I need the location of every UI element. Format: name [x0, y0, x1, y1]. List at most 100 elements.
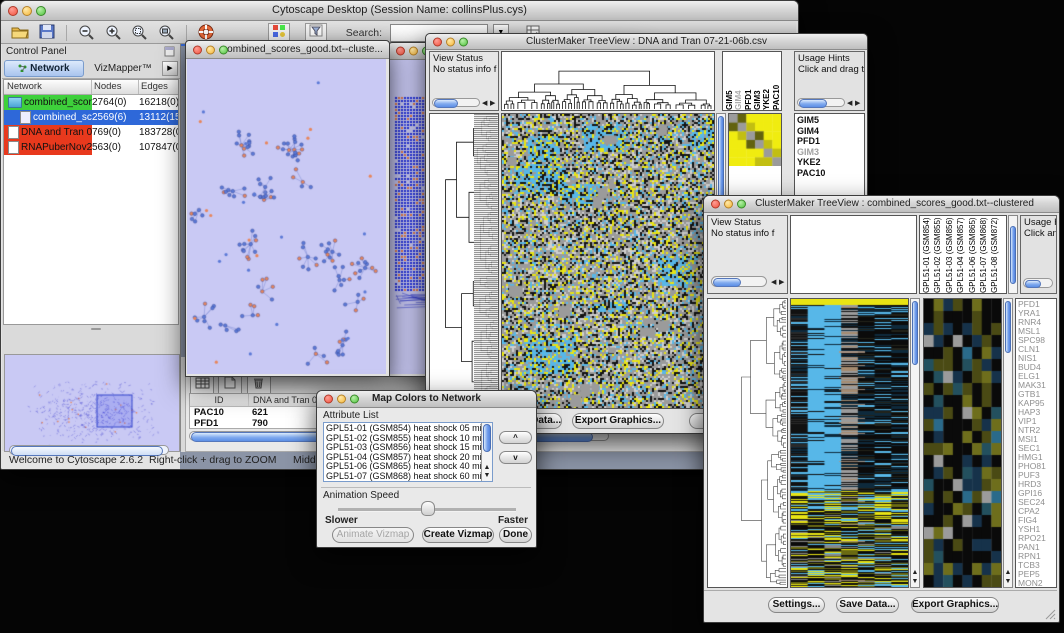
tab-network[interactable]: Network — [4, 60, 84, 77]
network-row[interactable]: DNA and Tran 07 769(0) 183728(0) — [4, 125, 178, 140]
attribute-item[interactable]: GPL51-02 (GSM855) heat shock 10 min — [326, 434, 492, 444]
network-table-header[interactable]: Network Nodes Edges — [4, 80, 178, 95]
minimize-icon[interactable] — [446, 37, 455, 46]
treeview1-titlebar[interactable]: ClusterMaker TreeView : DNA and Tran 07-… — [426, 34, 867, 50]
gene-label: KAP95 — [1018, 399, 1056, 408]
network-row[interactable]: combined_scores 2764(0) 16218(0) — [4, 95, 178, 110]
settings-button[interactable]: Settings... — [768, 597, 825, 613]
tv2-zoom-heatmap[interactable] — [923, 298, 1002, 588]
dialog-title: Map Colors to Network — [372, 393, 481, 404]
zoom-window-icon[interactable] — [350, 395, 359, 404]
tv2-status-scrollbar[interactable] — [711, 276, 767, 287]
resize-grip[interactable] — [1044, 608, 1056, 620]
close-icon[interactable] — [396, 47, 405, 56]
tv2-column-dendrogram[interactable] — [790, 215, 917, 294]
tv2-heatmap-vscrollbar[interactable]: ▲ ▼ — [910, 298, 920, 588]
float-panel-icon[interactable] — [164, 46, 175, 62]
close-icon[interactable] — [324, 395, 333, 404]
close-icon[interactable] — [711, 200, 720, 209]
zoom-in-icon[interactable] — [102, 24, 124, 42]
close-icon[interactable] — [193, 45, 202, 54]
done-button[interactable]: Done — [499, 527, 532, 543]
open-session-icon[interactable] — [9, 24, 31, 42]
zoom-window-icon[interactable] — [36, 6, 46, 16]
zoom-window-icon[interactable] — [219, 45, 228, 54]
network-overview[interactable] — [4, 354, 180, 452]
move-down-button[interactable]: v — [499, 451, 532, 464]
main-titlebar[interactable]: Cytoscape Desktop (Session Name: collins… — [1, 1, 798, 21]
network1-canvas-area[interactable] — [187, 59, 386, 374]
tv2-zoom-vscrollbar[interactable]: ▲ ▼ — [1003, 298, 1013, 588]
table-mode-icon[interactable] — [190, 375, 214, 395]
scroll-right-icon[interactable]: ▶ — [779, 279, 784, 287]
zoom-selected-icon[interactable] — [129, 24, 151, 42]
dialog-titlebar[interactable]: Map Colors to Network — [317, 391, 536, 408]
attribute-item[interactable]: GPL51-03 (GSM856) heat shock 15 min — [326, 443, 492, 453]
network-row[interactable]: RNAPuberNov2+ 563(0) 107847(0) — [4, 140, 178, 155]
delete-attribute-icon[interactable] — [247, 375, 271, 395]
tv1-status-scrollbar[interactable] — [432, 98, 480, 107]
minimize-icon[interactable] — [724, 200, 733, 209]
tv1-view-status: View StatusNo status info f ◀ ▶ — [429, 51, 499, 111]
attribute-item[interactable]: GPL51-07 (GSM868) heat shock 60 min — [326, 472, 492, 482]
tv2-row-dendrogram[interactable] — [707, 298, 788, 588]
treeview2-titlebar[interactable]: ClusterMaker TreeView : combined_scores_… — [704, 196, 1059, 213]
new-attribute-icon[interactable] — [218, 375, 242, 395]
save-data-button[interactable]: Save Data... — [836, 597, 899, 613]
gene-label: FIG4 — [1018, 516, 1056, 525]
network1-titlebar[interactable]: combined_scores_good.txt--cluste... — [186, 41, 389, 59]
scroll-left-icon[interactable]: ◀ — [482, 100, 487, 108]
gene-label: YRA1 — [1018, 309, 1056, 318]
attribute-list-vscrollbar[interactable]: ▲ ▼ — [481, 423, 492, 481]
gene-label: PEP5 — [1018, 570, 1056, 579]
gene-label: NTR2 — [1018, 426, 1056, 435]
gene-label: PAC10 — [797, 168, 864, 179]
tv1-column-dendrogram[interactable] — [501, 51, 715, 111]
splitter-handle[interactable] — [91, 328, 101, 330]
tv1-row-dendrogram[interactable] — [429, 113, 499, 409]
tv2-button-bar: Settings... Save Data... Export Graphics… — [704, 590, 1057, 621]
zoom-fit-icon[interactable] — [155, 24, 177, 42]
tv1-global-heatmap[interactable] — [501, 113, 715, 409]
status-hint-zoom: Right-click + drag to ZOOM — [149, 454, 277, 466]
scroll-right-icon[interactable]: ▶ — [855, 100, 860, 108]
create-vizmap-button[interactable]: Create Vizmap — [422, 527, 494, 543]
save-session-icon[interactable] — [36, 24, 58, 42]
attribute-item[interactable]: GPL51-04 (GSM857) heat shock 20 min — [326, 453, 492, 463]
animate-vizmap-button[interactable]: Animate Vizmap — [332, 527, 414, 543]
tv2-usage-hints: Usage HiClick an — [1020, 215, 1057, 294]
tab-vizmapper[interactable]: VizMapper™ — [86, 61, 160, 76]
tv2-labels-vscrollbar[interactable] — [1008, 215, 1018, 294]
gene-label: GIM5 — [797, 115, 864, 126]
zoom-out-icon[interactable] — [76, 24, 98, 42]
export-graphics-button[interactable]: Export Graphics... — [572, 413, 664, 429]
minimize-icon[interactable] — [206, 45, 215, 54]
close-icon[interactable] — [8, 6, 18, 16]
search-label: Search: — [346, 27, 382, 39]
gene-label: PAN1 — [1018, 543, 1056, 552]
minimize-icon[interactable] — [409, 47, 418, 56]
control-panel-title: Control Panel — [6, 46, 67, 57]
tv2-global-heatmap[interactable] — [790, 298, 909, 588]
move-up-button[interactable]: ^ — [499, 431, 532, 444]
tv2-hints-scrollbar[interactable] — [1023, 278, 1053, 288]
attribute-item[interactable]: GPL51-01 (GSM854) heat shock 05 min — [326, 424, 492, 434]
tab-overflow-button[interactable]: ▶ — [162, 61, 178, 76]
tv2-gene-list[interactable]: PFD1YRA1RNR4MSL1SPC98CLN1NIS1BUD4ELG1MAK… — [1015, 298, 1057, 588]
scroll-left-icon[interactable]: ◀ — [847, 100, 852, 108]
gene-label: SPC98 — [1018, 336, 1056, 345]
close-icon[interactable] — [433, 37, 442, 46]
array-label: YKE2 — [762, 52, 771, 110]
scroll-left-icon[interactable]: ◀ — [771, 279, 776, 287]
tv1-hints-scrollbar[interactable] — [797, 98, 845, 107]
speed-slider-thumb[interactable] — [421, 501, 435, 516]
minimize-icon[interactable] — [22, 6, 32, 16]
zoom-window-icon[interactable] — [737, 200, 746, 209]
attribute-listbox[interactable]: GPL51-01 (GSM854) heat shock 05 minGPL51… — [323, 422, 493, 482]
export-graphics-button[interactable]: Export Graphics... — [911, 597, 999, 613]
minimize-icon[interactable] — [337, 395, 346, 404]
scroll-right-icon[interactable]: ▶ — [490, 100, 495, 108]
zoom-window-icon[interactable] — [459, 37, 468, 46]
network-row[interactable]: combined_sco 2569(6) 13112(15) — [4, 110, 178, 125]
attribute-item[interactable]: GPL51-06 (GSM865) heat shock 40 min — [326, 462, 492, 472]
